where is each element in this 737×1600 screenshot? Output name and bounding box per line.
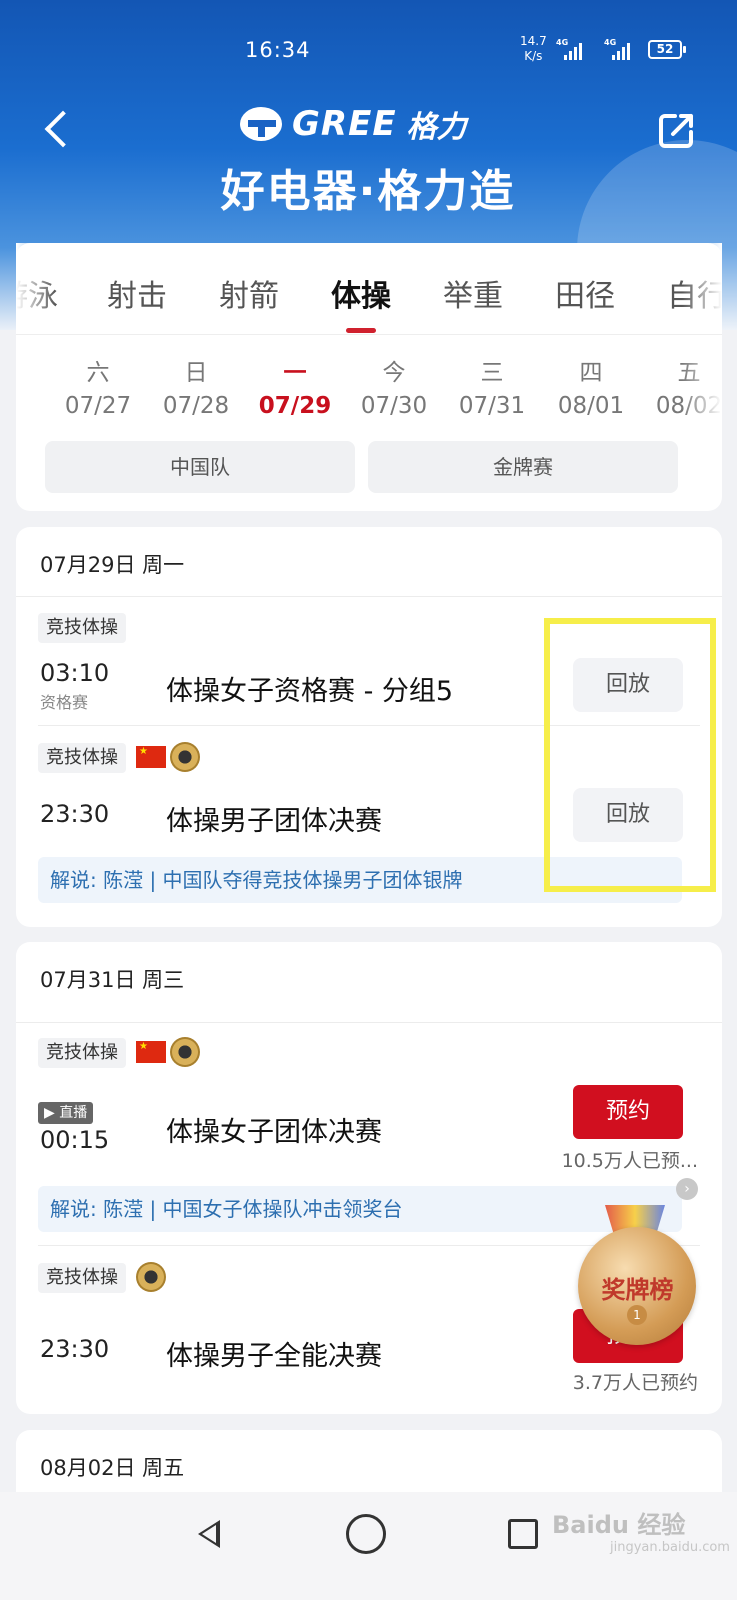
battery-icon: 52 [648,40,686,59]
tab-weightlifting[interactable]: 举重 [443,271,503,315]
event-tag: 竞技体操 [38,743,126,773]
live-badge: ▶ 直播 [38,1102,94,1124]
signal-icon: 4G [604,38,638,60]
net-speed-value: 14.7 [520,34,547,48]
watermark: Baidu 经验 [552,1511,686,1539]
tab-shooting[interactable]: 射击 [107,271,167,315]
reservation-count: 3.7万人已预约 [572,1372,698,1394]
net-speed: 14.7 K/s [520,34,547,64]
back-button[interactable] [38,108,78,152]
reserve-button[interactable]: 预约 [573,1085,683,1139]
event-tag: 竞技体操 [38,1038,126,1068]
day-header: 08月02日 周五 [40,1456,185,1480]
net-speed-unit: K/s [524,49,543,63]
chevron-right-icon[interactable]: › [676,1178,698,1200]
event-time: 03:10 [40,659,110,687]
event-time: 23:30 [40,1335,110,1363]
brand-name-en: GREE [292,104,397,144]
china-flag-icon [136,746,166,768]
nav-back-icon[interactable] [190,1514,230,1554]
china-flag-icon [136,1041,166,1063]
gold-medal-icon [170,742,200,772]
event-time: 23:30 [40,800,110,828]
status-time: 16:34 [245,38,311,62]
share-icon[interactable] [655,108,699,152]
brand-name-cn: 格力 [406,110,467,145]
date-item-today[interactable]: 今 07/30 [354,353,434,419]
date-item[interactable]: 六 07/27 [58,353,138,419]
brand-slogan: 好电器·格力造 [220,166,516,217]
medal-table-button[interactable]: 奖牌榜 1 [575,1205,700,1345]
day-header: 07月31日 周三 [40,968,185,992]
filter-china-team[interactable]: 中国队 [45,441,355,493]
date-item[interactable]: 四 08/01 [551,353,631,419]
date-item[interactable]: 三 07/31 [452,353,532,419]
medal-table-label: 奖牌榜 [601,1276,674,1304]
event-time: 00:15 [40,1126,110,1154]
signal-icon: 4G [556,38,590,60]
gold-medal-icon [170,1037,200,1067]
event-stage: 资格赛 [40,693,89,712]
medal-rank-badge: 1 [627,1305,647,1325]
annotation-highlight-box [544,618,716,892]
sport-tabs: 游泳 射击 射箭 体操 举重 田径 自行 [16,243,722,335]
watermark-url: jingyan.baidu.com [610,1540,730,1555]
event-tag: 竞技体操 [38,613,126,643]
active-tab-indicator [346,328,376,333]
event-name[interactable]: 体操男子团体决赛 [166,799,382,838]
event-tag: 竞技体操 [38,1263,126,1293]
event-name[interactable]: 体操女子资格赛 - 分组5 [166,669,453,708]
tab-gymnastics[interactable]: 体操 [331,271,391,315]
date-item-selected[interactable]: 一 07/29 [255,353,335,419]
tab-athletics[interactable]: 田径 [555,271,615,315]
nav-recent-apps-icon[interactable] [508,1519,538,1549]
reservation-count: 10.5万人已预... [561,1150,698,1172]
filter-gold-medal[interactable]: 金牌赛 [368,441,678,493]
nav-home-icon[interactable] [346,1514,386,1554]
event-name[interactable]: 体操男子全能决赛 [166,1334,382,1373]
status-bar: 16:34 14.7 K/s 4G 4G 52 [0,0,737,100]
date-item[interactable]: 日 07/28 [156,353,236,419]
tab-archery[interactable]: 射箭 [219,271,279,315]
event-name[interactable]: 体操女子团体决赛 [166,1110,382,1149]
gold-medal-icon [136,1262,166,1292]
gree-logo-icon [240,107,282,141]
date-selector: 六 07/27 日 07/28 一 07/29 今 07/30 三 07/31 四 08/0… [16,343,722,433]
filter-card: 游泳 射击 射箭 体操 举重 田径 自行 六07/27 日07/28 一07/2… [16,243,722,511]
brand-logo: GREE 格力 [240,100,467,148]
day-header: 07月29日 周一 [40,553,185,577]
